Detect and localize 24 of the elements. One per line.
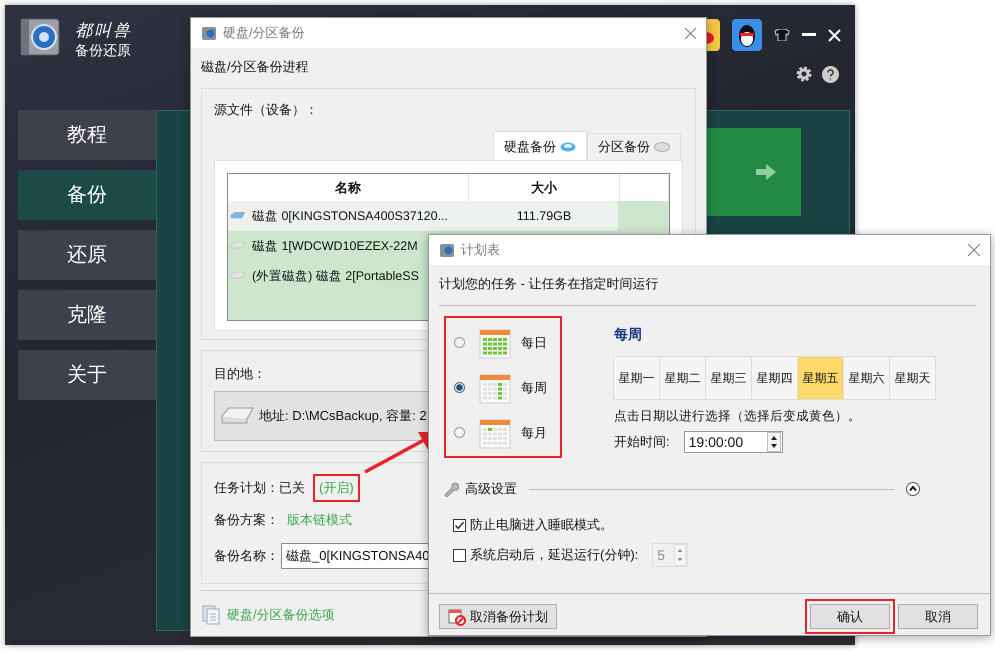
frequency-label: 每日: [521, 334, 547, 352]
mode-title: 每周: [614, 326, 643, 344]
disk-size: 111.79GB: [516, 209, 572, 223]
destination-label: 目的地：: [214, 365, 266, 383]
option-label: 防止电脑进入睡眠模式。: [470, 516, 613, 534]
dialog-title: 计划表: [461, 241, 500, 259]
source-label: 源文件（设备）：: [214, 101, 318, 119]
dialog-heading: 磁盘/分区备份进程: [201, 58, 310, 76]
dialog-title: 硬盘/分区备份: [223, 24, 305, 42]
disk-name: (外置磁盘) 磁盘 2[PortableSS: [252, 268, 419, 284]
schedule-label: 任务计划：已关: [214, 479, 305, 497]
destination-path: 地址: D:\MCsBackup, 容量: 2: [259, 407, 427, 425]
app-brand: 都叫兽: [75, 20, 132, 42]
name-label: 备份名称：: [214, 547, 279, 565]
frequency-label: 每周: [521, 378, 547, 396]
app-subtitle: 备份还原: [75, 42, 132, 60]
scheme-label: 备份方案：: [214, 511, 279, 529]
hint-text: 点击日期以进行选择（选择后变成黄色）。: [614, 408, 862, 425]
dialog-heading: 计划您的任务 - 让任务在指定时间运行: [439, 265, 976, 306]
disk-name: 磁盘 0[KINGSTONSA400S37120...: [252, 208, 448, 224]
frequency-label: 每月: [521, 424, 547, 442]
advanced-label: 高级设置: [465, 480, 517, 498]
start-time-label: 开始时间:: [614, 433, 670, 451]
disk-name: 磁盘 1[WDCWD10EZEX-22M: [252, 238, 418, 254]
